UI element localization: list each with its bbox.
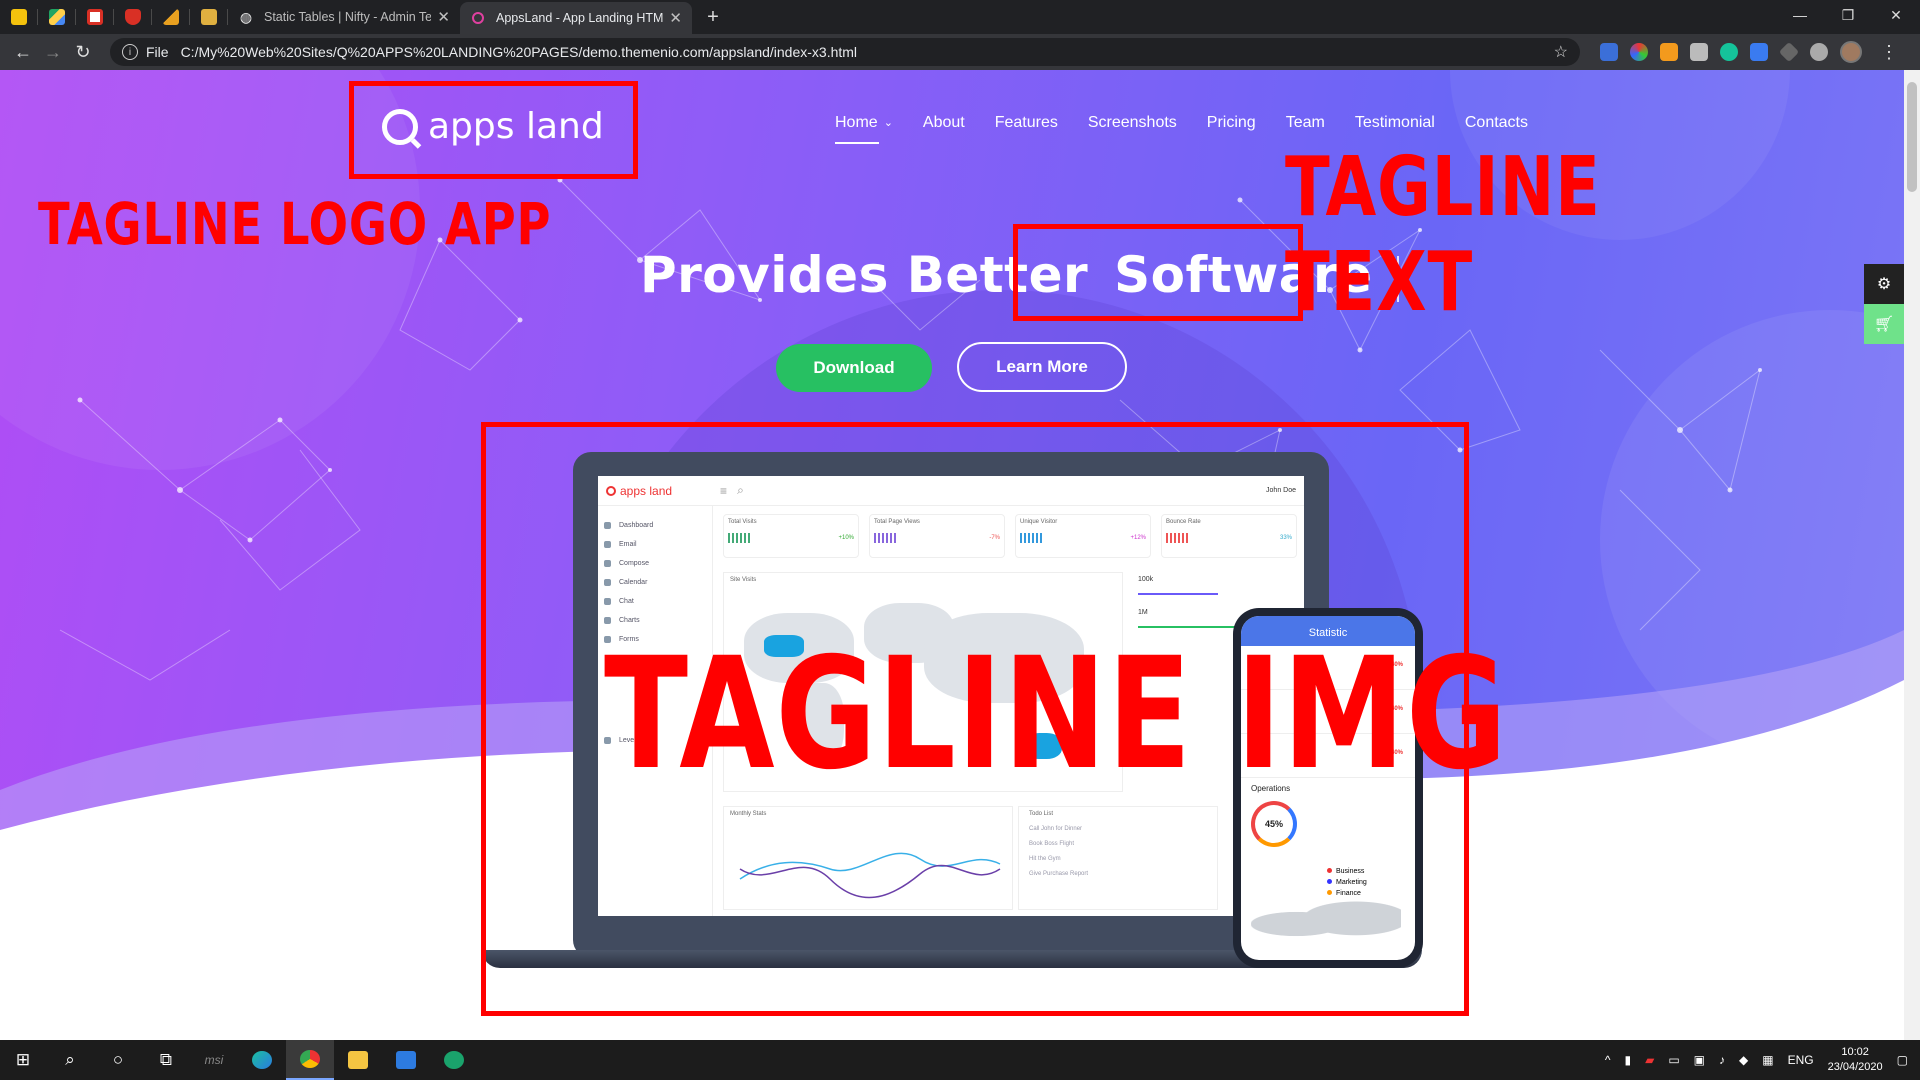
cart-icon[interactable]: 🛒︎ <box>1864 304 1904 344</box>
nav-features[interactable]: Features <box>995 114 1058 132</box>
edge-icon[interactable] <box>238 1040 286 1080</box>
cortana-icon[interactable]: ○ <box>94 1040 142 1080</box>
extensions-bar: ⋮ <box>1600 41 1898 63</box>
tray-network-icon[interactable]: ▣ <box>1694 1053 1705 1067</box>
colorful-extension-icon[interactable] <box>1630 43 1648 61</box>
clock-time: 10:02 <box>1841 1046 1869 1058</box>
nav-team[interactable]: Team <box>1286 114 1325 132</box>
grammarly-icon[interactable] <box>1720 43 1738 61</box>
tray-msi-icon[interactable]: ▰ <box>1645 1053 1654 1067</box>
learn-more-button[interactable]: Learn More <box>957 342 1127 392</box>
logo-annotation-box <box>349 81 638 179</box>
windows-taskbar: ⊞ ⌕ ○ ⧉ msi ^ ▮ ▰ ▭ ▣ ♪ ◆ ▦ ENG 10:02 23… <box>0 1040 1920 1080</box>
chevron-down-icon[interactable]: ⌄ <box>884 116 893 132</box>
close-tab-icon[interactable]: ✕ <box>669 9 682 27</box>
print-extension-icon[interactable] <box>1690 43 1708 61</box>
network-app-icon[interactable] <box>430 1040 478 1080</box>
tray-battery-icon[interactable]: ▭ <box>1668 1053 1679 1067</box>
tab-appsland[interactable]: AppsLand - App Landing HTML T ✕ <box>460 2 692 34</box>
reload-button[interactable]: ↻ <box>68 42 98 63</box>
forward-button[interactable]: → <box>38 42 68 63</box>
chrome-icon[interactable] <box>286 1040 334 1080</box>
shield-icon <box>125 9 141 25</box>
img-annotation-label: TAGLINE IMG <box>604 625 1508 804</box>
pinned-tab-1[interactable] <box>0 0 38 34</box>
bag-icon <box>201 9 217 25</box>
task-view-icon[interactable]: ⧉ <box>142 1040 190 1080</box>
profile-avatar[interactable] <box>1840 41 1862 63</box>
pinned-tab-2[interactable] <box>38 0 76 34</box>
pinned-tab-4[interactable] <box>114 0 152 34</box>
notifications-icon[interactable]: ▢ <box>1897 1053 1908 1067</box>
search-icon[interactable]: ⌕ <box>46 1040 94 1080</box>
drive-icon <box>49 9 65 25</box>
sheets-icon <box>11 9 27 25</box>
language-indicator[interactable]: ENG <box>1788 1053 1814 1067</box>
tab-static-tables[interactable]: ◍ Static Tables | Nifty - Admin Temp ✕ <box>228 0 460 34</box>
page-scrollbar[interactable] <box>1904 70 1920 1040</box>
nav-home[interactable]: Home <box>835 114 879 144</box>
browser-tabbar: ◍ Static Tables | Nifty - Admin Temp ✕ A… <box>0 0 1920 34</box>
cube-extension-icon[interactable] <box>1778 41 1800 63</box>
offer-extension-icon[interactable] <box>1660 43 1678 61</box>
system-tray: ^ ▮ ▰ ▭ ▣ ♪ ◆ ▦ ENG 10:02 23/04/2020 ▢ <box>1605 1040 1920 1080</box>
mountain-icon <box>163 9 179 25</box>
file-scheme-label: File <box>146 44 169 60</box>
browser-menu-icon[interactable]: ⋮ <box>1880 42 1898 63</box>
pinned-tab-3[interactable] <box>76 0 114 34</box>
download-extension-icon[interactable] <box>1750 43 1768 61</box>
main-nav: Home ⌄ About Features Screenshots Pricin… <box>835 114 1528 144</box>
page-viewport: apps land Home ⌄ About Features Screensh… <box>0 70 1920 1040</box>
url-text[interactable]: C:/My%20Web%20Sites/Q%20APPS%20LANDING%2… <box>181 44 1554 60</box>
appsland-favicon-icon <box>470 10 486 26</box>
text-annotation-box <box>1013 224 1303 321</box>
minimize-button[interactable]: — <box>1776 0 1824 30</box>
clock[interactable]: 10:02 23/04/2020 <box>1828 1045 1883 1075</box>
msi-icon[interactable]: msi <box>190 1040 238 1080</box>
gmail-icon <box>87 9 103 25</box>
nav-about[interactable]: About <box>923 114 965 132</box>
pinned-tab-5[interactable] <box>152 0 190 34</box>
windows-start-icon[interactable]: ⊞ <box>0 1040 46 1080</box>
nav-testimonial[interactable]: Testimonial <box>1355 114 1435 132</box>
close-window-button[interactable]: ✕ <box>1872 0 1920 30</box>
bookmark-star-icon[interactable]: ☆ <box>1554 42 1568 62</box>
floating-side-tools: ⚙ 🛒︎ <box>1864 264 1904 344</box>
bulb-extension-icon[interactable] <box>1810 43 1828 61</box>
hero-section: apps land Home ⌄ About Features Screensh… <box>0 70 1920 1040</box>
nav-screenshots[interactable]: Screenshots <box>1088 114 1177 132</box>
back-button[interactable]: ← <box>8 42 38 63</box>
omnibox[interactable]: i File C:/My%20Web%20Sites/Q%20APPS%20LA… <box>110 38 1580 66</box>
tray-security-icon[interactable]: ◆ <box>1739 1053 1748 1067</box>
nav-pricing[interactable]: Pricing <box>1207 114 1256 132</box>
settings-gear-icon[interactable]: ⚙ <box>1864 264 1904 304</box>
close-tab-icon[interactable]: ✕ <box>437 8 450 26</box>
tray-keyboard-icon[interactable]: ▦ <box>1762 1053 1773 1067</box>
new-tab-button[interactable]: + <box>698 6 728 29</box>
pinned-tab-6[interactable] <box>190 0 228 34</box>
info-icon[interactable]: i <box>122 44 138 60</box>
tab-title: AppsLand - App Landing HTML T <box>496 11 664 25</box>
file-explorer-icon[interactable] <box>334 1040 382 1080</box>
tray-volume-icon[interactable]: ♪ <box>1719 1053 1725 1067</box>
text-annotation-label: TAGLINE TEXT <box>1285 140 1601 330</box>
tray-app-icon[interactable]: ▮ <box>1624 1053 1631 1067</box>
mail-icon[interactable] <box>382 1040 430 1080</box>
download-button[interactable]: Download <box>776 344 932 392</box>
nav-contacts[interactable]: Contacts <box>1465 114 1528 132</box>
scrollbar-thumb[interactable] <box>1907 82 1917 192</box>
maximize-button[interactable]: ❐ <box>1824 0 1872 30</box>
window-controls: — ❐ ✕ <box>1776 0 1920 30</box>
logo-annotation-label: TAGLINE LOGO APP <box>38 190 552 258</box>
clock-date: 23/04/2020 <box>1827 1061 1883 1073</box>
tray-chevron-icon[interactable]: ^ <box>1605 1053 1611 1067</box>
tab-title: Static Tables | Nifty - Admin Temp <box>264 10 432 24</box>
globe-icon: ◍ <box>239 8 253 25</box>
address-toolbar: ← → ↻ i File C:/My%20Web%20Sites/Q%20APP… <box>0 34 1920 70</box>
news-extension-icon[interactable] <box>1600 43 1618 61</box>
